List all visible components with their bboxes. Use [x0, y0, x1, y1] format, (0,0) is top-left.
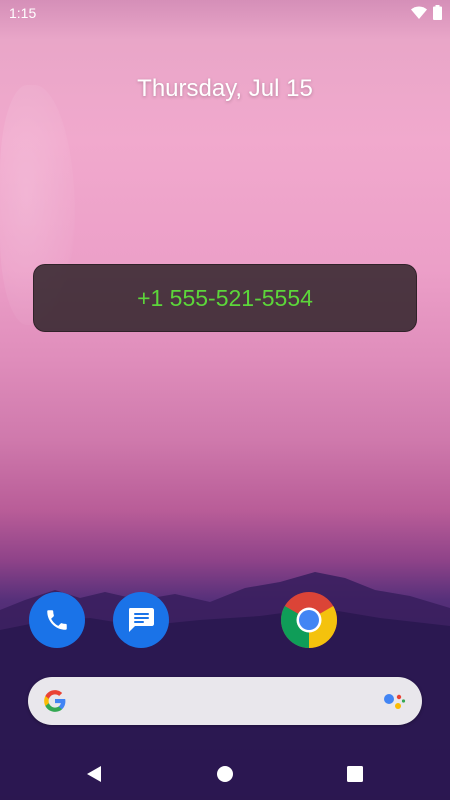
- messages-app-button[interactable]: [113, 592, 169, 648]
- phone-app-button[interactable]: [29, 592, 85, 648]
- home-icon[interactable]: [216, 765, 234, 783]
- recents-icon[interactable]: [346, 765, 364, 783]
- navigation-bar: [0, 746, 450, 800]
- back-icon[interactable]: [85, 765, 103, 783]
- google-search-bar[interactable]: [28, 677, 422, 725]
- status-bar: 1:15: [0, 0, 450, 26]
- phone-number-text: +1 555-521-5554: [137, 284, 313, 311]
- google-assistant-icon[interactable]: [382, 691, 406, 713]
- date-label[interactable]: Thursday, Jul 15: [0, 75, 450, 103]
- wifi-icon: [411, 6, 427, 19]
- chrome-icon: [281, 592, 337, 648]
- google-g-icon: [44, 690, 66, 712]
- chrome-app-button[interactable]: [281, 592, 337, 648]
- messages-icon: [129, 608, 154, 632]
- phone-icon: [47, 610, 67, 630]
- status-time: 1:15: [9, 5, 37, 21]
- status-icons: [411, 5, 442, 20]
- battery-icon: [433, 5, 442, 20]
- phone-number-widget[interactable]: +1 555-521-5554: [33, 264, 417, 332]
